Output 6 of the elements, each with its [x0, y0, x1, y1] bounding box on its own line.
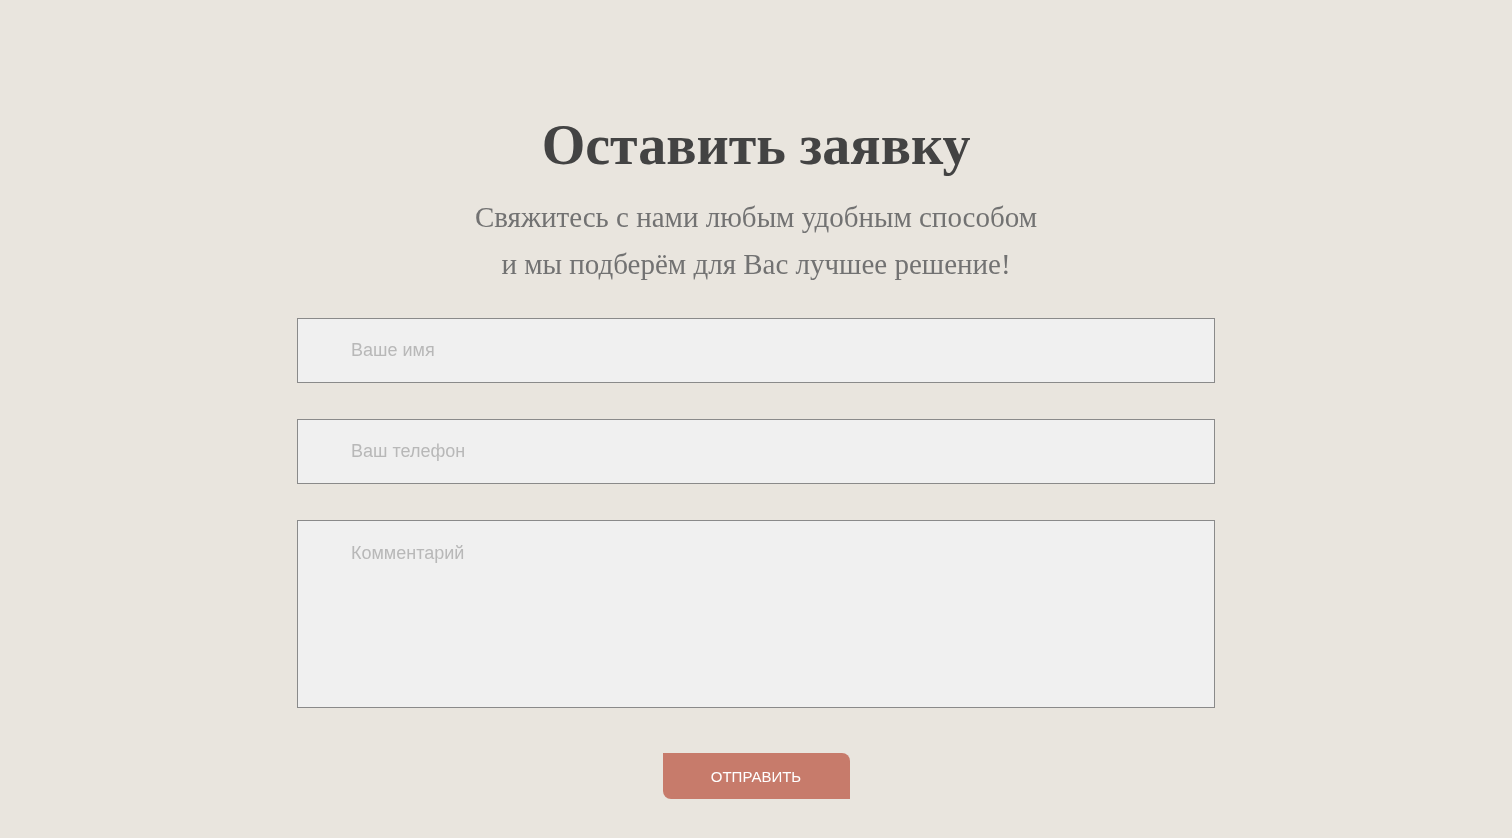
- submit-button[interactable]: ОТПРАВИТЬ: [662, 753, 850, 799]
- input-field[interactable]: Ваше имя: [297, 318, 1215, 383]
- form-title: Оставить заявку: [541, 113, 971, 178]
- input-field[interactable]: Ваш телефон: [297, 419, 1215, 484]
- form-subtitle: Свяжитесь с нами любым удобным способом и мы подберём для Вас лучшее решение!: [474, 200, 1038, 282]
- comment-field[interactable]: Комментарий: [297, 520, 1215, 708]
